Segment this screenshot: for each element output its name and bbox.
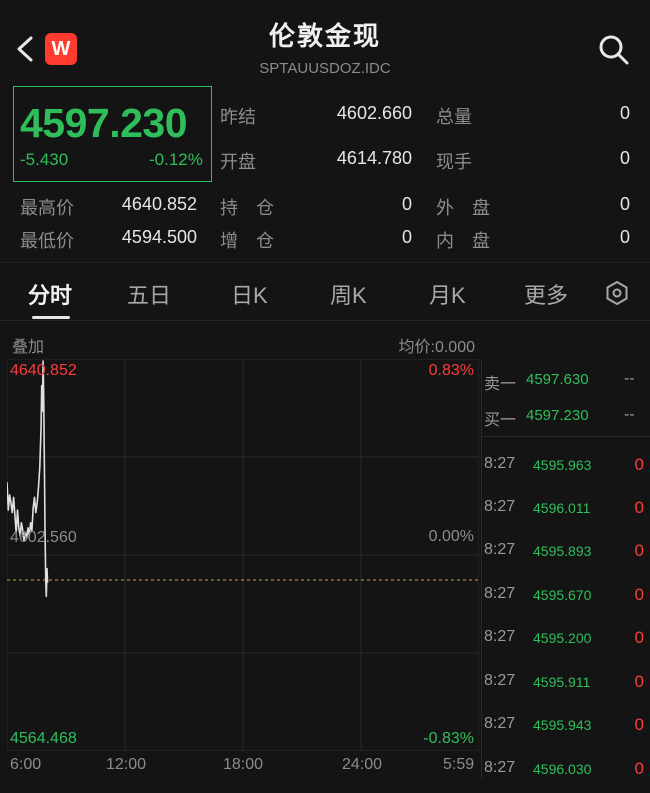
tick-volume: 0 xyxy=(634,585,644,604)
active-tab-indicator xyxy=(32,316,70,319)
open-value: 4614.780 xyxy=(336,148,412,168)
ask-price: 4597.630 xyxy=(526,371,589,388)
avg-price-label: 均价:0.000 xyxy=(398,339,476,356)
tab-monthly-k[interactable]: 月K xyxy=(429,278,466,310)
volume-value: 0 xyxy=(619,103,630,123)
tick-time: 8:27 xyxy=(484,455,516,472)
y-axis-mid-label: 4602.560 xyxy=(10,529,77,546)
tab-daily-k[interactable]: 日K xyxy=(231,278,268,310)
tick-time: 8:27 xyxy=(484,498,516,515)
page-title: 伦敦金现 xyxy=(268,21,381,51)
intraday-chart[interactable] xyxy=(7,359,479,751)
x-tick-label: 6:00 xyxy=(10,756,42,773)
tick-time: 8:27 xyxy=(484,672,516,689)
price-change-percent: -0.12% xyxy=(149,150,203,169)
current-hand-value: 0 xyxy=(619,148,630,168)
tick-volume: 0 xyxy=(634,715,644,734)
increase-label: 增 仓 xyxy=(220,231,274,251)
tick-time: 8:27 xyxy=(484,541,516,558)
position-label: 持 仓 xyxy=(220,198,274,218)
tick-time: 8:27 xyxy=(484,585,516,602)
pct-bottom-label: -0.83% xyxy=(423,730,474,747)
outer-label: 外 盘 xyxy=(436,198,490,218)
tick-volume: 0 xyxy=(634,498,644,517)
inner-value: 0 xyxy=(619,227,630,247)
bid-volume: -- xyxy=(624,406,635,423)
tick-time: 8:27 xyxy=(484,759,516,776)
inner-label: 内 盘 xyxy=(436,231,490,251)
tick-time: 8:27 xyxy=(484,715,516,732)
search-icon[interactable] xyxy=(598,34,630,66)
prev-close-label: 昨结 xyxy=(220,107,256,127)
tab-weekly-k[interactable]: 周K xyxy=(330,278,367,310)
open-label: 开盘 xyxy=(220,152,256,172)
tabs-divider xyxy=(0,320,650,321)
tick-volume: 0 xyxy=(634,628,644,647)
low-label: 最低价 xyxy=(20,231,74,251)
bid-label: 买一 xyxy=(484,412,517,429)
x-tick-label: 5:59 xyxy=(443,756,475,773)
tick-price: 4595.670 xyxy=(533,587,592,603)
tick-price: 4595.893 xyxy=(533,543,592,559)
high-label: 最高价 xyxy=(20,198,74,218)
tab-more[interactable]: 更多 xyxy=(524,278,568,310)
tab-five-day[interactable]: 五日 xyxy=(127,278,171,310)
price-change: -5.430 xyxy=(20,150,69,169)
chart-grid xyxy=(7,359,479,751)
bid-price: 4597.230 xyxy=(526,407,589,424)
high-value: 4640.852 xyxy=(121,194,197,214)
price-line xyxy=(7,360,49,598)
tick-price: 4596.011 xyxy=(533,500,591,516)
pct-mid-label: 0.00% xyxy=(428,528,474,545)
tick-price: 4595.943 xyxy=(533,717,592,733)
tick-volume: 0 xyxy=(634,455,644,474)
low-value: 4594.500 xyxy=(121,227,197,247)
y-axis-top-label: 4640.852 xyxy=(10,362,77,379)
pct-top-label: 0.83% xyxy=(428,362,474,379)
settings-icon[interactable] xyxy=(604,280,630,306)
x-tick-label: 12:00 xyxy=(106,756,147,773)
ask-label: 卖一 xyxy=(484,376,517,393)
volume-label: 总量 xyxy=(436,107,472,127)
instrument-code: SPTAUUSDOZ.IDC xyxy=(259,60,391,77)
x-tick-label: 18:00 xyxy=(223,756,264,773)
tick-time: 8:27 xyxy=(484,628,516,645)
tick-price: 4595.200 xyxy=(533,630,592,646)
tick-volume: 0 xyxy=(634,672,644,691)
last-price: 4597.230 xyxy=(20,100,188,146)
order-book-separator xyxy=(482,436,650,437)
outer-value: 0 xyxy=(619,194,630,214)
order-book-divider xyxy=(481,359,482,779)
tick-volume: 0 xyxy=(634,541,644,560)
y-axis-bottom-label: 4564.468 xyxy=(10,730,77,747)
tab-intraday[interactable]: 分时 xyxy=(28,278,72,310)
section-divider xyxy=(0,262,650,263)
tick-volume: 0 xyxy=(634,759,644,778)
increase-value: 0 xyxy=(401,227,412,247)
ask-volume: -- xyxy=(624,370,635,387)
tick-price: 4595.911 xyxy=(533,674,591,690)
current-hand-label: 现手 xyxy=(436,152,472,172)
x-tick-label: 24:00 xyxy=(342,756,383,773)
tick-price: 4596.030 xyxy=(533,761,592,777)
prev-close-value: 4602.660 xyxy=(336,103,412,123)
overlay-button[interactable]: 叠加 xyxy=(12,333,44,357)
position-value: 0 xyxy=(401,194,412,214)
tick-price: 4595.963 xyxy=(533,457,592,473)
